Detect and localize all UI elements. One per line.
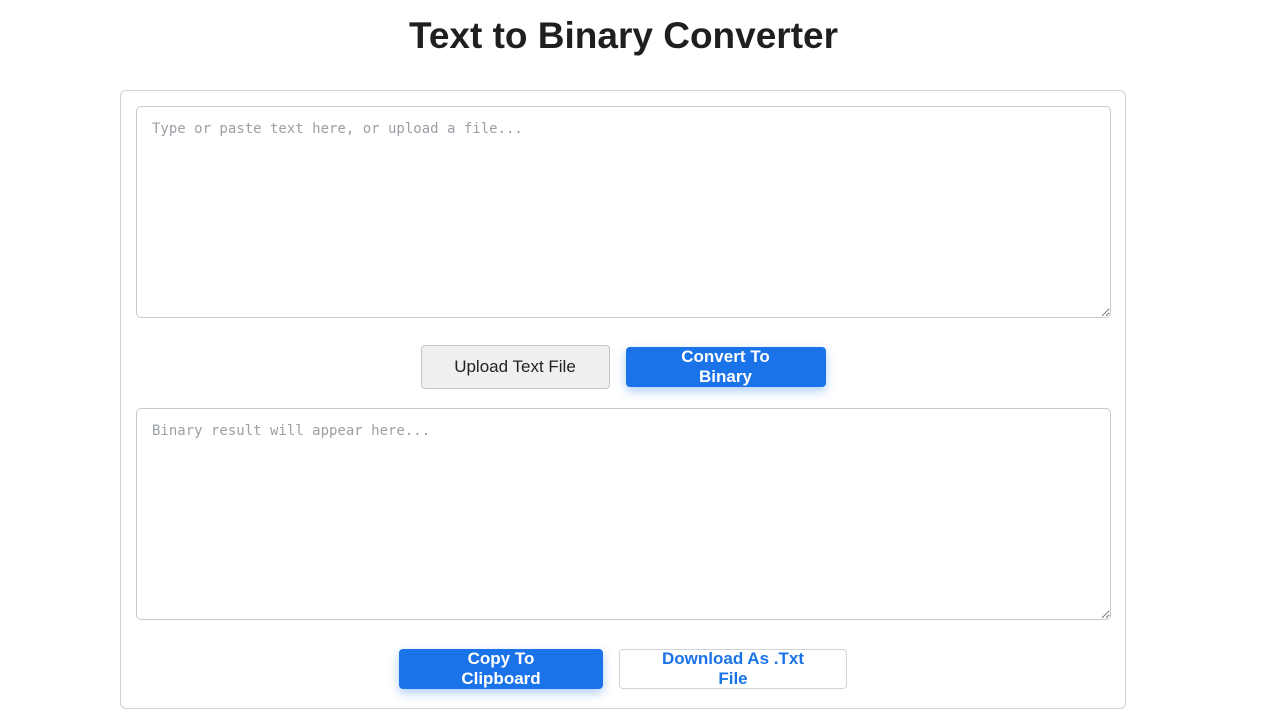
download-txt-file-button[interactable]: Download As .Txt File	[619, 649, 847, 689]
convert-to-binary-button[interactable]: Convert To Binary	[625, 347, 826, 387]
text-input[interactable]	[136, 106, 1111, 318]
output-actions: Copy To Clipboard Download As .Txt File	[121, 649, 1125, 689]
upload-text-file-button[interactable]: Upload Text File	[420, 345, 610, 389]
page-title: Text to Binary Converter	[408, 15, 839, 56]
binary-output[interactable]	[136, 408, 1111, 620]
converter-card: Upload Text File Convert To Binary Copy …	[120, 90, 1126, 709]
copy-to-clipboard-button[interactable]: Copy To Clipboard	[399, 649, 603, 689]
input-actions: Upload Text File Convert To Binary	[121, 345, 1125, 389]
